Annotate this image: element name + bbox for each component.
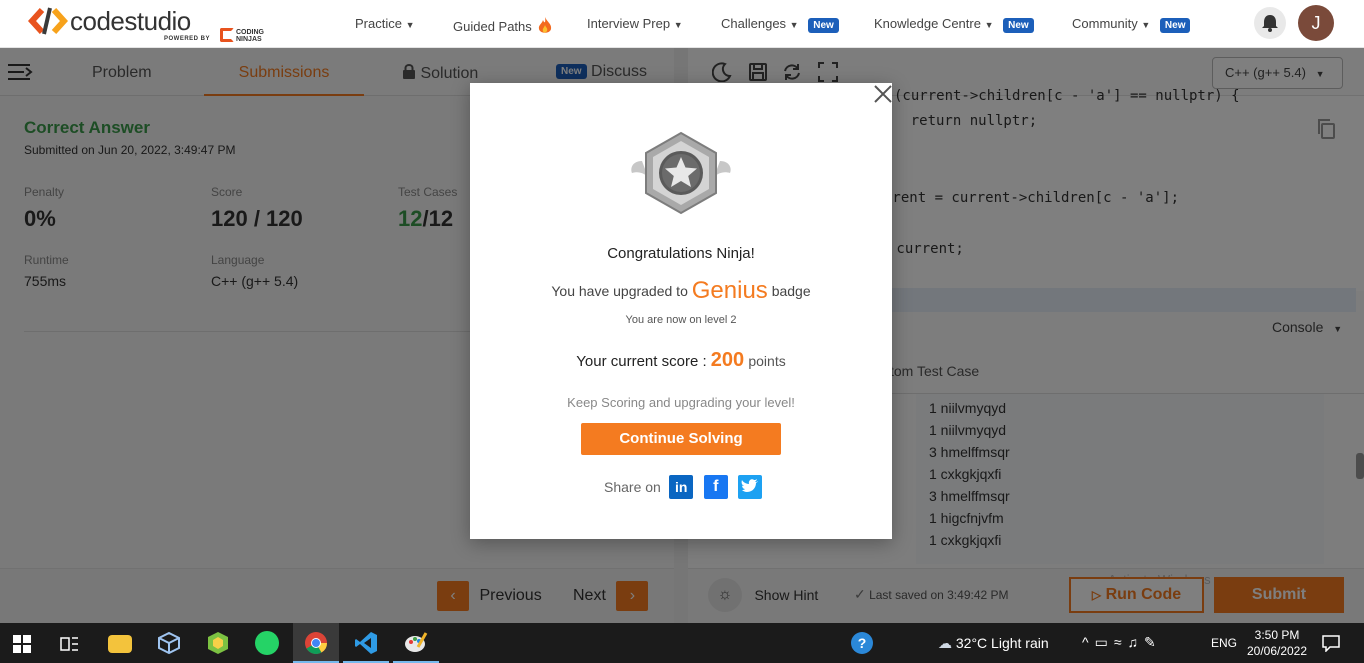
facebook-icon[interactable]: f (703, 475, 728, 499)
coding-ninjas-logo-icon (220, 28, 234, 42)
nav-challenges[interactable]: Challenges ▼ New (721, 16, 839, 33)
close-icon[interactable] (872, 83, 894, 105)
nav-community-label: Community (1072, 16, 1138, 31)
input-language[interactable]: ENG (1211, 636, 1237, 650)
top-navbar: codestudio POWERED BY CODING NINJAS Prac… (0, 0, 1364, 48)
paint-icon (405, 632, 428, 652)
keep-scoring-text: Keep Scoring and upgrading your level! (567, 395, 795, 410)
pen-icon[interactable]: ✎ (1144, 634, 1162, 650)
speaker-icon[interactable]: ♫ (1128, 634, 1145, 650)
notifications-button[interactable] (1254, 7, 1286, 39)
windows-taskbar: ? ☁ 32°C Light rain ^▭≈♫✎ ENG 3:50 PM 20… (0, 623, 1364, 663)
badge-name: Genius (691, 277, 768, 304)
badge-upgrade-modal: Congratulations Ninja! You have upgraded… (470, 83, 892, 539)
score-line: Your current score : 200 points (470, 349, 892, 372)
nav-interview-prep-label: Interview Prep (587, 16, 671, 31)
level-text: You are now on level 2 (625, 314, 737, 326)
avatar[interactable]: J (1298, 5, 1334, 41)
score-value: 200 (710, 349, 745, 371)
windows-start-icon[interactable] (13, 635, 31, 653)
vscode-icon (355, 632, 377, 654)
task-view-icon[interactable] (60, 635, 80, 653)
logo[interactable]: codestudio POWERED BY CODING NINJAS (28, 6, 278, 44)
weather-text: 32°C Light rain (955, 635, 1049, 651)
chevron-down-icon: ▼ (984, 20, 994, 30)
share-row: Share on in f (604, 475, 763, 499)
fire-icon (539, 17, 552, 33)
nav-interview-prep[interactable]: Interview Prep ▼ (587, 16, 683, 31)
whatsapp-icon[interactable] (255, 631, 279, 655)
logo-text: codestudio (70, 6, 191, 36)
logo-powered-by: POWERED BY (164, 36, 211, 42)
nav-practice[interactable]: Practice ▼ (355, 16, 415, 31)
system-tray: ^▭≈♫✎ (1082, 634, 1162, 651)
share-on-label: Share on (604, 479, 661, 495)
new-badge: New (1003, 18, 1034, 33)
weather-widget[interactable]: ☁ 32°C Light rain (938, 635, 1049, 652)
notification-center-icon[interactable] (1322, 634, 1340, 652)
coding-ninjas-text: CODING NINJAS (236, 29, 264, 43)
continue-solving-label: Continue Solving (619, 430, 743, 447)
chevron-down-icon: ▼ (1141, 20, 1151, 30)
battery-icon[interactable]: ▭ (1095, 634, 1114, 650)
score-prefix: Your current score : (576, 353, 707, 370)
twitter-icon[interactable] (738, 475, 763, 499)
codestudio-logo-icon (28, 7, 68, 35)
upgrade-prefix: You have upgraded to (551, 283, 688, 299)
nav-community[interactable]: Community ▼ New (1072, 16, 1191, 33)
clock[interactable]: 3:50 PM 20/06/2022 (1245, 627, 1309, 659)
nav-knowledge-centre-label: Knowledge Centre (874, 16, 981, 31)
cloud-rain-icon: ☁ (938, 635, 952, 651)
nav-challenges-label: Challenges (721, 16, 787, 31)
score-suffix: points (748, 353, 786, 369)
paint-taskbar-item[interactable] (393, 623, 439, 663)
nav-guided-paths[interactable]: Guided Paths (453, 16, 553, 36)
chevron-up-icon[interactable]: ^ (1082, 634, 1095, 650)
new-badge: New (1159, 18, 1191, 33)
chevron-down-icon: ▼ (789, 20, 799, 30)
nav-practice-label: Practice (355, 16, 402, 31)
clock-time: 3:50 PM (1254, 628, 1300, 642)
chevron-down-icon: ▼ (405, 20, 415, 30)
wifi-icon[interactable]: ≈ (1114, 634, 1128, 650)
vscode-taskbar-item[interactable] (343, 623, 389, 663)
nav-guided-paths-label: Guided Paths (453, 19, 532, 34)
upgrade-line: You have upgraded to Genius badge (470, 277, 892, 305)
clock-date: 20/06/2022 (1246, 644, 1308, 658)
nav-knowledge-centre[interactable]: Knowledge Centre ▼ New (874, 16, 1034, 33)
linkedin-icon[interactable]: in (669, 475, 694, 499)
gitkraken-icon[interactable] (206, 631, 230, 655)
help-icon[interactable]: ? (851, 632, 873, 654)
avatar-initial: J (1311, 13, 1321, 33)
continue-solving-button[interactable]: Continue Solving (581, 423, 781, 455)
virtualbox-icon[interactable] (157, 631, 181, 655)
chrome-taskbar-item[interactable] (293, 623, 339, 663)
bell-icon (1262, 15, 1278, 32)
genius-badge-icon (631, 131, 731, 215)
new-badge: New (808, 18, 839, 33)
chrome-icon (305, 632, 327, 654)
congrats-title: Congratulations Ninja! (607, 245, 755, 262)
upgrade-suffix: badge (771, 283, 811, 299)
chevron-down-icon: ▼ (673, 20, 683, 30)
file-explorer-icon[interactable] (108, 635, 132, 653)
